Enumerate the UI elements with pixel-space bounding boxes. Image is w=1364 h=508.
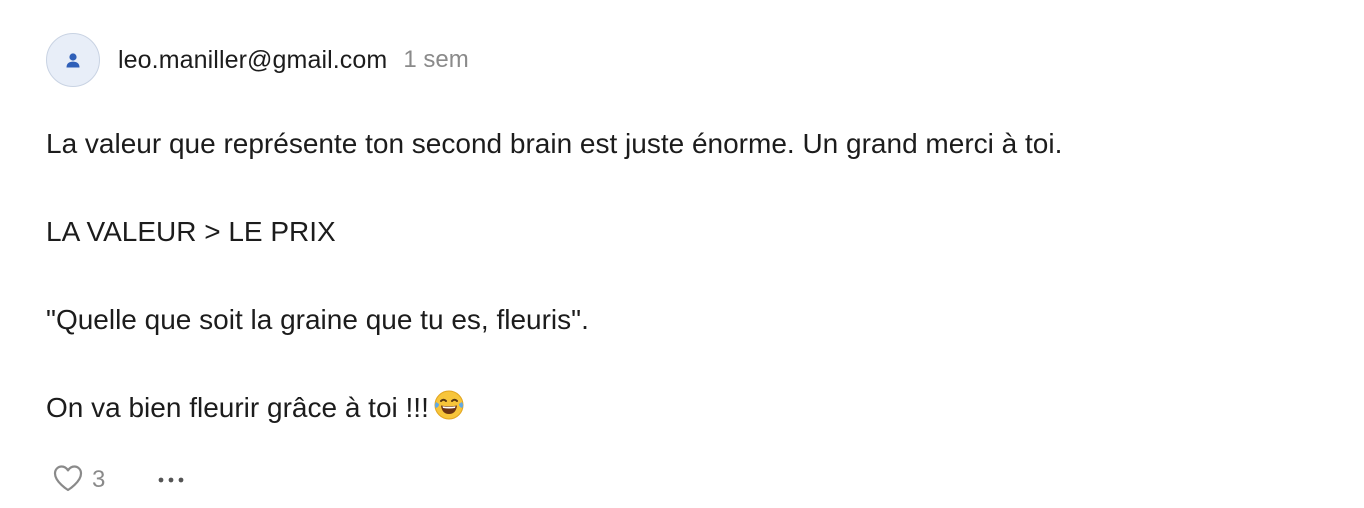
comment-paragraph: "Quelle que soit la graine que tu es, fl… [46,304,589,335]
face-with-tears-of-joy-icon [433,389,465,434]
comment-paragraph-last: On va bien fleurir grâce à toi !!! [46,386,1062,434]
heart-outline-icon [52,463,84,498]
comment-header: leo.maniller@gmail.com 1 sem [46,32,469,88]
like-button[interactable]: 3 [52,463,105,498]
avatar[interactable] [46,33,100,87]
more-options-button[interactable] [157,460,185,500]
comment-body: La valeur que représente ton second brai… [46,122,1062,478]
comment-paragraph: LA VALEUR > LE PRIX [46,216,336,247]
comment-paragraph-text: On va bien fleurir grâce à toi !!! [46,392,429,423]
like-count: 3 [92,466,106,493]
comment-actions: 3 [52,460,185,500]
more-horizontal-icon [157,471,185,489]
author-name[interactable]: leo.maniller@gmail.com [118,46,387,75]
comment-card: leo.maniller@gmail.com 1 sem La valeur q… [0,0,1364,508]
comment-timestamp: 1 sem [403,46,469,73]
comment-paragraph: La valeur que représente ton second brai… [46,128,1063,159]
person-icon [64,51,82,69]
